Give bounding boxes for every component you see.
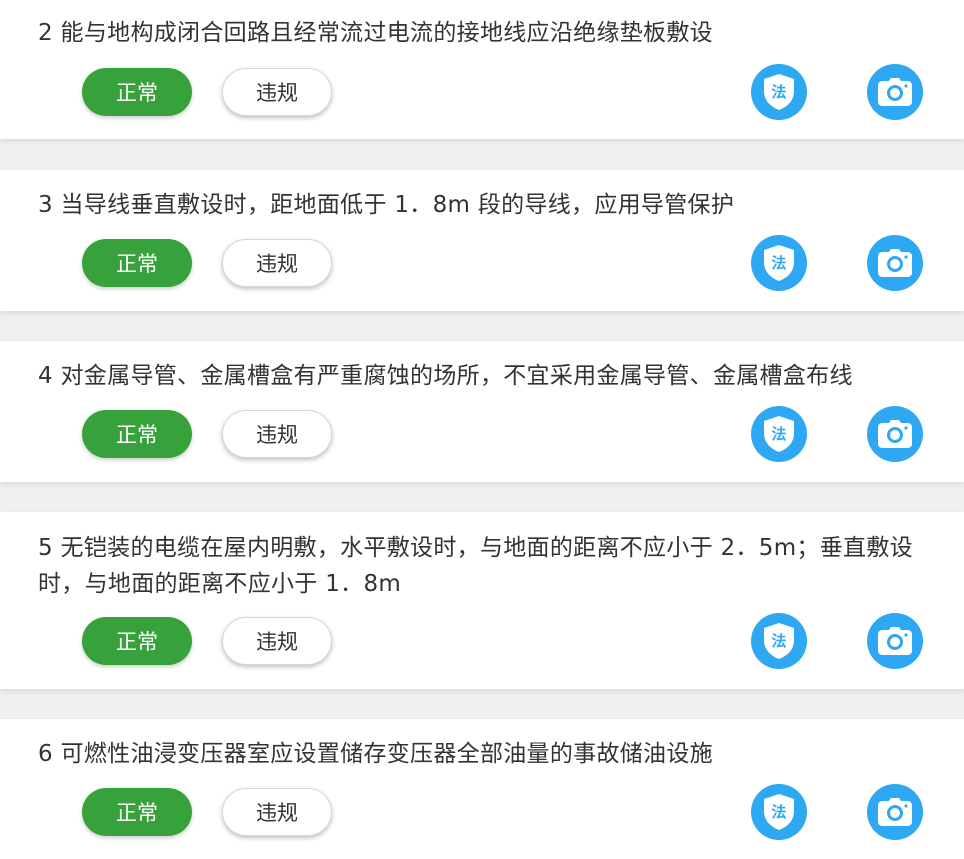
checklist: 2 能与地构成闭合回路且经常流过电流的接地线应沿绝缘垫板敷设 正常 违规 法 3…	[0, 0, 964, 859]
law-icon-char: 法	[771, 425, 786, 443]
law-shield-icon: 法	[764, 74, 794, 110]
camera-icon	[878, 798, 912, 826]
law-reference-button[interactable]: 法	[751, 406, 807, 462]
law-icon-char: 法	[771, 254, 786, 272]
law-shield-icon: 法	[764, 416, 794, 452]
camera-icon	[878, 627, 912, 655]
law-icon-char: 法	[771, 632, 786, 650]
law-reference-button[interactable]: 法	[751, 64, 807, 120]
camera-icon	[878, 78, 912, 106]
law-shield-icon: 法	[764, 623, 794, 659]
law-shield-icon: 法	[764, 245, 794, 281]
check-item-text: 3 当导线垂直敷设时，距地面低于 1．8m 段的导线，应用导管保护	[38, 192, 735, 218]
law-icon-char: 法	[771, 83, 786, 101]
violation-button[interactable]: 违规	[222, 239, 332, 287]
camera-button[interactable]	[867, 613, 923, 669]
camera-button[interactable]	[867, 235, 923, 291]
normal-button[interactable]: 正常	[82, 410, 192, 458]
camera-button[interactable]	[867, 784, 923, 840]
check-item: 6 可燃性油浸变压器室应设置储存变压器全部油量的事故储油设施 正常 违规 法	[0, 719, 964, 859]
check-item: 4 对金属导管、金属槽盒有严重腐蚀的场所，不宜采用金属导管、金属槽盒布线 正常 …	[0, 341, 964, 482]
check-item-text: 4 对金属导管、金属槽盒有严重腐蚀的场所，不宜采用金属导管、金属槽盒布线	[38, 363, 853, 389]
law-icon-char: 法	[771, 803, 786, 821]
violation-button[interactable]: 违规	[222, 788, 332, 836]
check-item-text: 6 可燃性油浸变压器室应设置储存变压器全部油量的事故储油设施	[38, 741, 713, 767]
check-item: 2 能与地构成闭合回路且经常流过电流的接地线应沿绝缘垫板敷设 正常 违规 法	[0, 0, 964, 139]
law-reference-button[interactable]: 法	[751, 784, 807, 840]
normal-button[interactable]: 正常	[82, 68, 192, 116]
camera-icon	[878, 420, 912, 448]
violation-button[interactable]: 违规	[222, 68, 332, 116]
check-item: 5 无铠装的电缆在屋内明敷，水平敷设时，与地面的距离不应小于 2．5m；垂直敷设…	[0, 512, 964, 689]
law-reference-button[interactable]: 法	[751, 235, 807, 291]
check-item: 3 当导线垂直敷设时，距地面低于 1．8m 段的导线，应用导管保护 正常 违规 …	[0, 170, 964, 311]
camera-button[interactable]	[867, 406, 923, 462]
normal-button[interactable]: 正常	[82, 617, 192, 665]
law-shield-icon: 法	[764, 794, 794, 830]
normal-button[interactable]: 正常	[82, 239, 192, 287]
violation-button[interactable]: 违规	[222, 617, 332, 665]
law-reference-button[interactable]: 法	[751, 613, 807, 669]
check-item-text: 5 无铠装的电缆在屋内明敷，水平敷设时，与地面的距离不应小于 2．5m；垂直敷设…	[38, 535, 913, 597]
normal-button[interactable]: 正常	[82, 788, 192, 836]
camera-button[interactable]	[867, 64, 923, 120]
violation-button[interactable]: 违规	[222, 410, 332, 458]
check-item-text: 2 能与地构成闭合回路且经常流过电流的接地线应沿绝缘垫板敷设	[38, 20, 713, 46]
camera-icon	[878, 249, 912, 277]
